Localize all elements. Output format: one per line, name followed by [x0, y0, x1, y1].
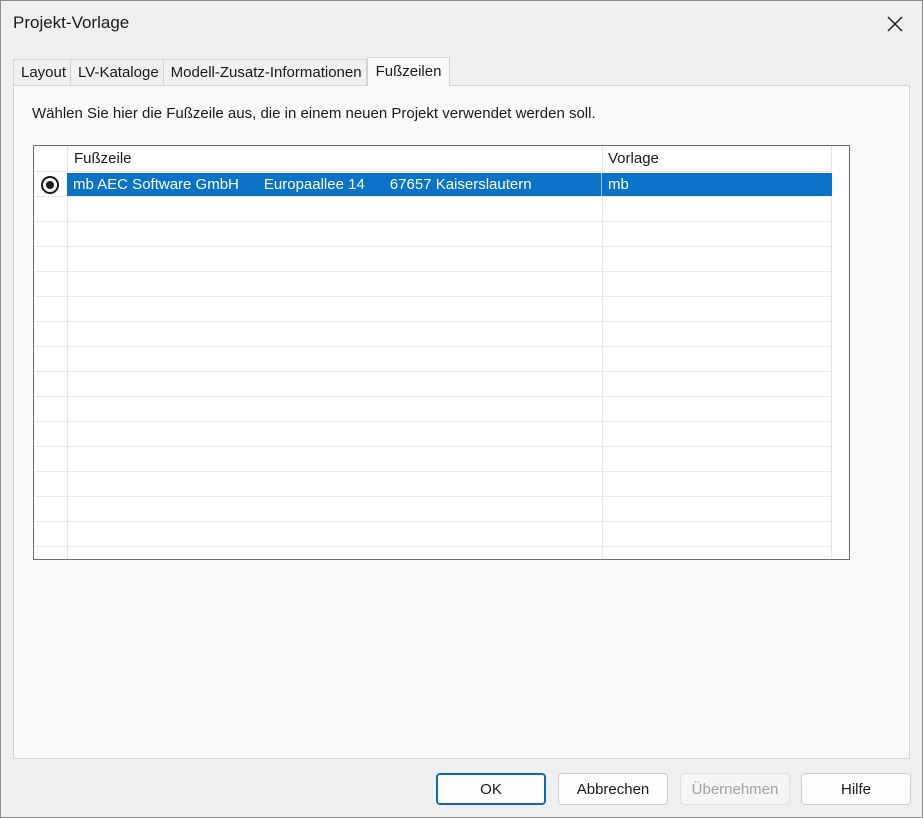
column-header-fusszeile[interactable]: Fußzeile	[74, 150, 132, 167]
help-button[interactable]: Hilfe	[801, 773, 911, 805]
grid-column-line	[831, 146, 832, 559]
tab-layout[interactable]: Layout	[13, 59, 72, 85]
grid-column-line	[602, 146, 603, 559]
tab-modell-zusatz-informationen[interactable]: Modell-Zusatz-Informationen	[163, 59, 367, 85]
grid-line	[34, 421, 832, 422]
grid-column-line	[67, 146, 68, 559]
tab-panel-fusszeilen: Wählen Sie hier die Fußzeile aus, die in…	[13, 85, 910, 759]
radio-selected-icon[interactable]	[41, 176, 59, 194]
close-button[interactable]	[875, 7, 915, 41]
apply-button[interactable]: Übernehmen	[680, 773, 790, 805]
cell-divider	[601, 173, 602, 196]
grid-line	[34, 221, 832, 222]
cell-fusszeile: mb AEC Software GmbH Europaallee 14 6765…	[73, 176, 532, 193]
grid-line	[34, 296, 832, 297]
grid-line	[34, 196, 832, 197]
grid-line	[34, 546, 832, 547]
cell-vorlage: mb	[608, 176, 629, 193]
column-header-vorlage[interactable]: Vorlage	[608, 150, 659, 167]
grid-line	[34, 371, 832, 372]
tab-bar: Layout LV-Kataloge Modell-Zusatz-Informa…	[13, 57, 451, 86]
grid-line	[34, 246, 832, 247]
grid-line	[34, 446, 832, 447]
dialog-title: Projekt-Vorlage	[13, 13, 130, 32]
table-row[interactable]: mb AEC Software GmbH Europaallee 14 6765…	[67, 173, 832, 196]
tab-lv-kataloge[interactable]: LV-Kataloge	[71, 59, 164, 85]
tab-fusszeilen[interactable]: Fußzeilen	[366, 57, 451, 86]
grid-line	[34, 171, 832, 172]
grid-line	[34, 321, 832, 322]
grid-line	[34, 346, 832, 347]
grid-line	[34, 396, 832, 397]
ok-button[interactable]: OK	[436, 773, 546, 805]
instruction-text: Wählen Sie hier die Fußzeile aus, die in…	[32, 105, 596, 122]
cancel-button[interactable]: Abbrechen	[558, 773, 668, 805]
grid-line	[34, 496, 832, 497]
grid-line	[34, 471, 832, 472]
grid-line	[34, 271, 832, 272]
footer-table: Fußzeile Vorlage mb AEC Software GmbH Eu…	[33, 145, 850, 560]
close-icon	[887, 16, 903, 32]
dialog-window: Projekt-Vorlage Layout LV-Kataloge Model…	[0, 0, 923, 818]
grid-line	[34, 521, 832, 522]
